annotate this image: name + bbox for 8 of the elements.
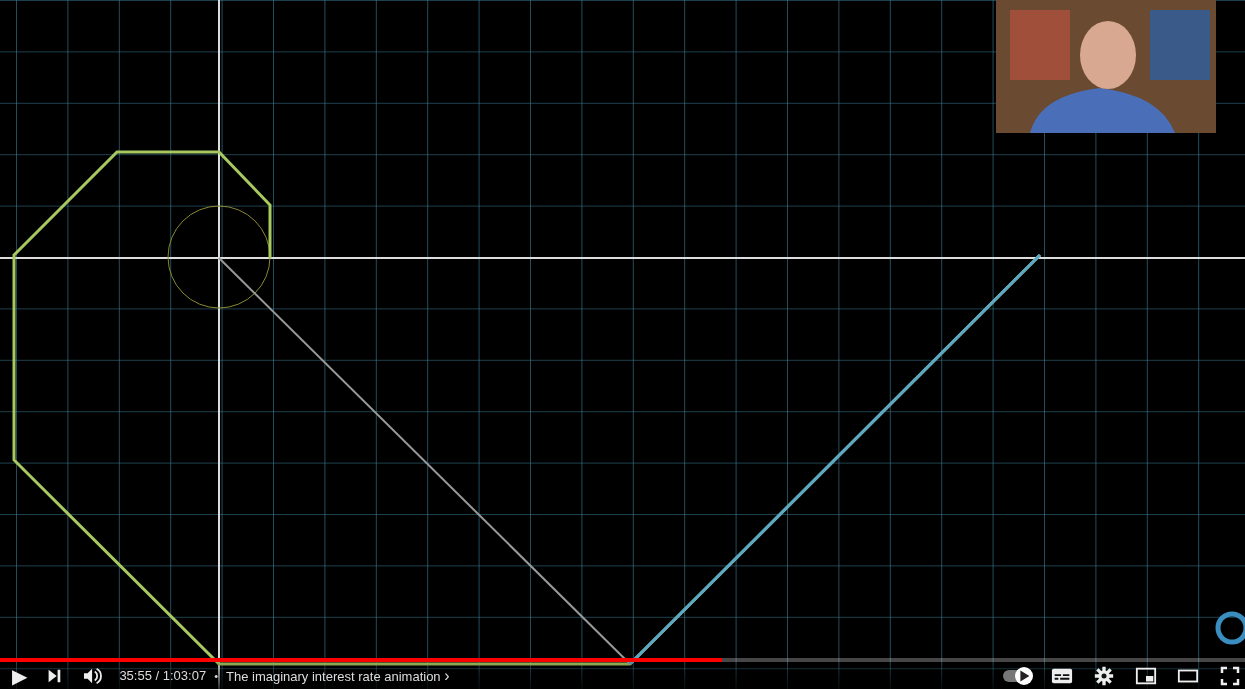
separator: • (214, 669, 218, 682)
settings-icon[interactable] (1093, 665, 1115, 686)
autoplay-toggle[interactable] (1003, 669, 1031, 682)
time-display: 35:55 / 1:03:07 (119, 668, 207, 683)
chapter-link[interactable]: The imaginary interest rate animation › (226, 666, 450, 685)
play-button[interactable]: ▶ (12, 665, 28, 686)
fullscreen-icon[interactable] (1219, 665, 1241, 686)
miniplayer-icon[interactable] (1135, 665, 1157, 686)
